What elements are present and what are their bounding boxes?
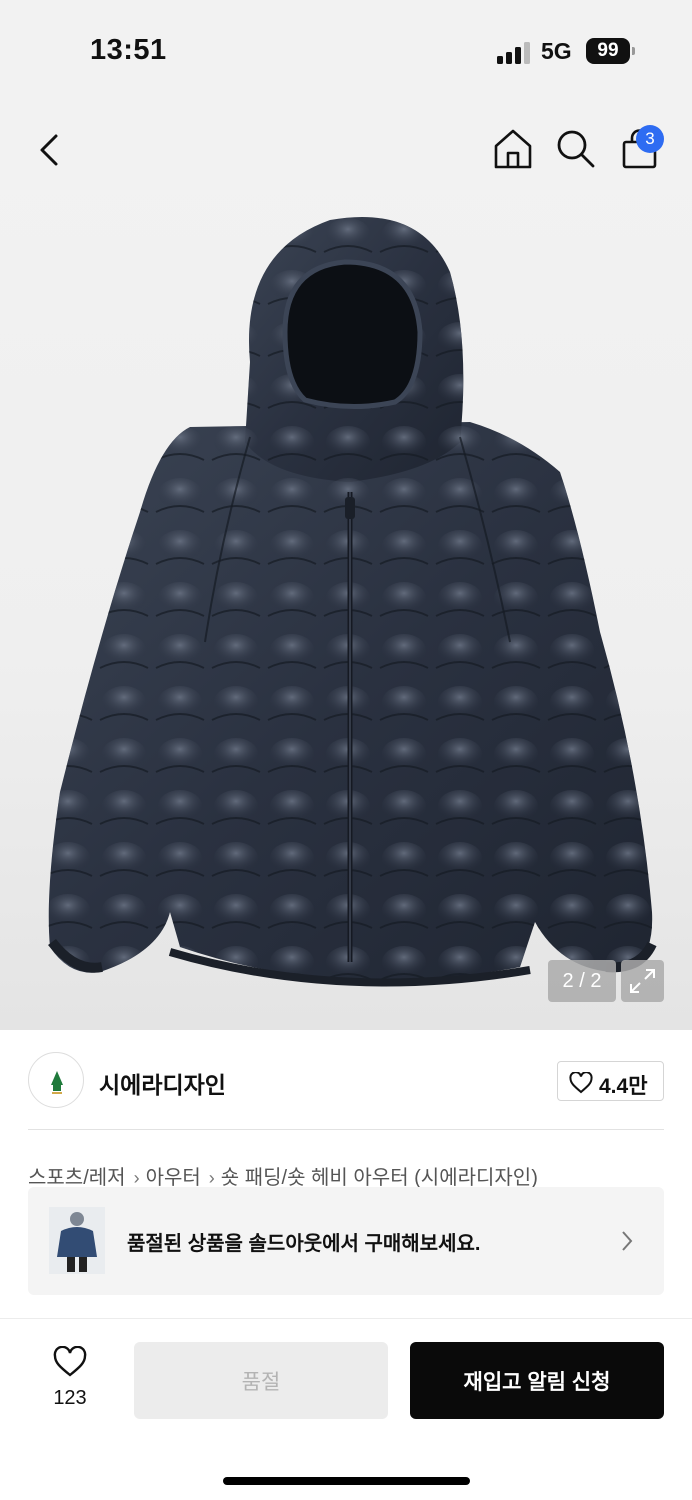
brand-like-button[interactable]: 4.4만 xyxy=(557,1061,664,1101)
breadcrumb-item[interactable]: 스포츠/레저 xyxy=(28,1167,126,1189)
breadcrumb-item[interactable]: 아우터 xyxy=(146,1167,201,1189)
home-indicator xyxy=(223,1477,470,1485)
expand-button[interactable] xyxy=(621,960,664,1002)
product-image[interactable] xyxy=(40,212,660,1002)
network-label: 5G xyxy=(541,38,572,64)
heart-icon xyxy=(569,1072,593,1094)
status-time: 13:51 xyxy=(90,34,167,66)
expand-icon xyxy=(630,969,655,993)
home-icon[interactable] xyxy=(490,126,536,172)
chevron-right-icon: › xyxy=(208,1168,215,1188)
restock-alert-button[interactable]: 재입고 알림 신청 xyxy=(410,1342,664,1419)
search-icon[interactable] xyxy=(553,126,599,172)
brand-like-count: 4.4만 xyxy=(599,1075,648,1098)
chevron-right-icon xyxy=(622,1231,633,1251)
divider xyxy=(28,1129,664,1130)
soldout-thumbnail xyxy=(49,1207,105,1274)
breadcrumb: 스포츠/레저 › 아우터 › 숏 패딩/숏 헤비 아우터 (시에라디자인) xyxy=(28,1161,538,1190)
signal-icon xyxy=(497,42,531,64)
bottom-action-bar: 123 품절 재입고 알림 신청 xyxy=(0,1318,692,1500)
wishlist-count: 123 xyxy=(53,1387,87,1409)
breadcrumb-item[interactable]: 숏 패딩/숏 헤비 아우터 (시에라디자인) xyxy=(221,1167,538,1189)
brand-row: 시에라디자인 4.4만 xyxy=(0,1030,692,1130)
cart-count-badge: 3 xyxy=(636,125,664,153)
brand-name[interactable]: 시에라디자인 xyxy=(99,1066,226,1100)
gallery-page-indicator: 2 / 2 xyxy=(548,960,616,1002)
wishlist-heart-icon[interactable] xyxy=(53,1346,87,1378)
back-icon[interactable] xyxy=(30,128,70,172)
battery-icon: 99 xyxy=(586,38,635,64)
brand-logo[interactable] xyxy=(28,1052,84,1108)
brand-logo-mark xyxy=(51,1071,63,1094)
status-bar: 13:51 5G 99 xyxy=(0,0,692,100)
soldout-banner-text: 품절된 상품을 솔드아웃에서 구매해보세요. xyxy=(127,1233,481,1255)
soldout-banner[interactable]: 품절된 상품을 솔드아웃에서 구매해보세요. xyxy=(28,1187,664,1295)
product-gallery[interactable]: 3 2 / 2 xyxy=(0,100,692,1030)
soldout-button: 품절 xyxy=(134,1342,388,1419)
chevron-right-icon: › xyxy=(133,1168,140,1188)
